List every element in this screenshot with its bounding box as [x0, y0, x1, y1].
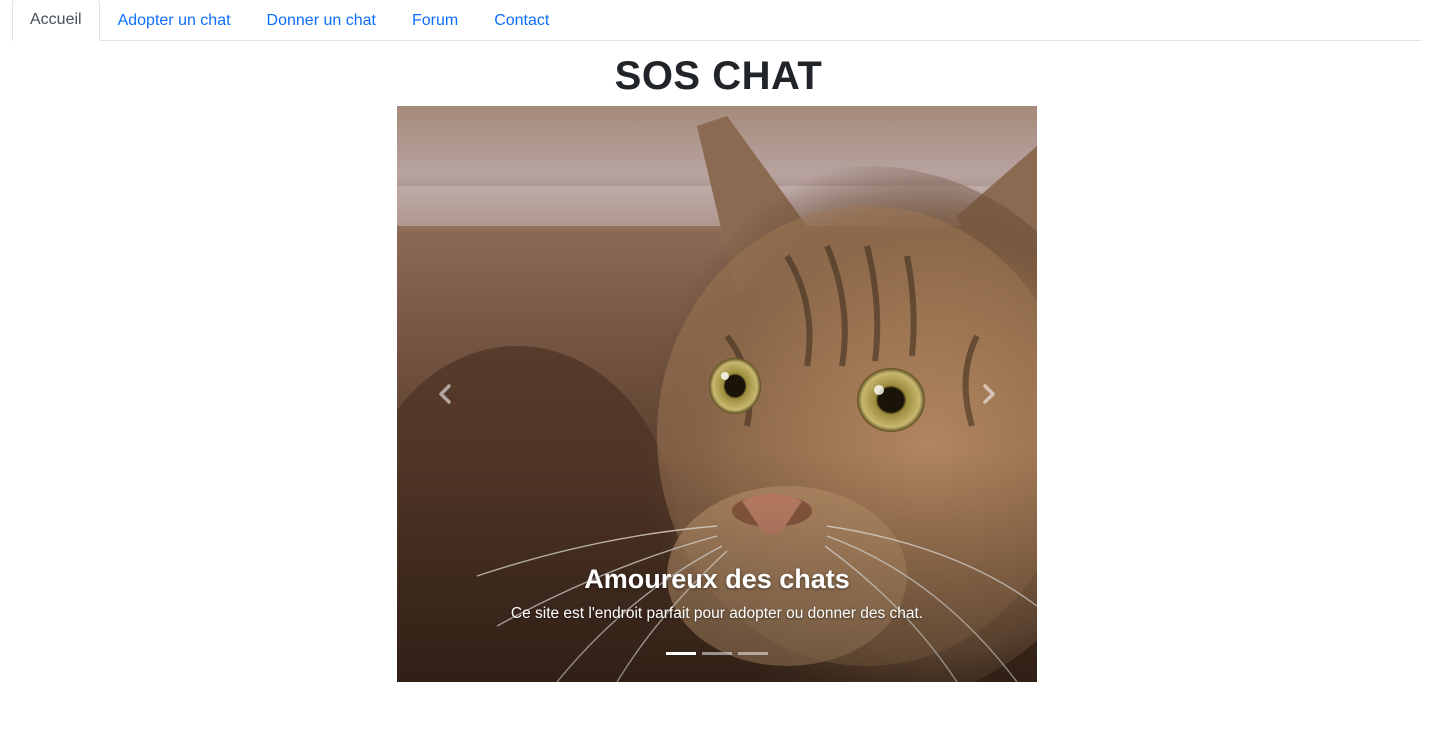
tab-accueil[interactable]: Accueil	[12, 0, 100, 41]
carousel-indicators	[397, 652, 1037, 655]
nav-tabs: Accueil Adopter un chat Donner un chat F…	[12, 0, 1421, 41]
chevron-right-icon	[983, 384, 995, 404]
tab-contact[interactable]: Contact	[476, 0, 567, 41]
carousel-indicator-2[interactable]	[702, 652, 732, 655]
carousel-caption-text: Ce site est l'endroit parfait pour adopt…	[510, 605, 924, 622]
carousel-caption-title: Amoureux des chats	[584, 564, 850, 594]
tab-forum[interactable]: Forum	[394, 0, 476, 41]
tab-donner-un-chat[interactable]: Donner un chat	[249, 0, 394, 41]
chevron-left-icon	[439, 384, 451, 404]
tab-adopter-un-chat[interactable]: Adopter un chat	[100, 0, 249, 41]
image-carousel: Amoureux des chats Ce site est l'endroit…	[397, 106, 1037, 682]
carousel-indicator-3[interactable]	[738, 652, 768, 655]
carousel-indicator-1[interactable]	[666, 652, 696, 655]
page-title: SOS CHAT	[614, 54, 823, 98]
